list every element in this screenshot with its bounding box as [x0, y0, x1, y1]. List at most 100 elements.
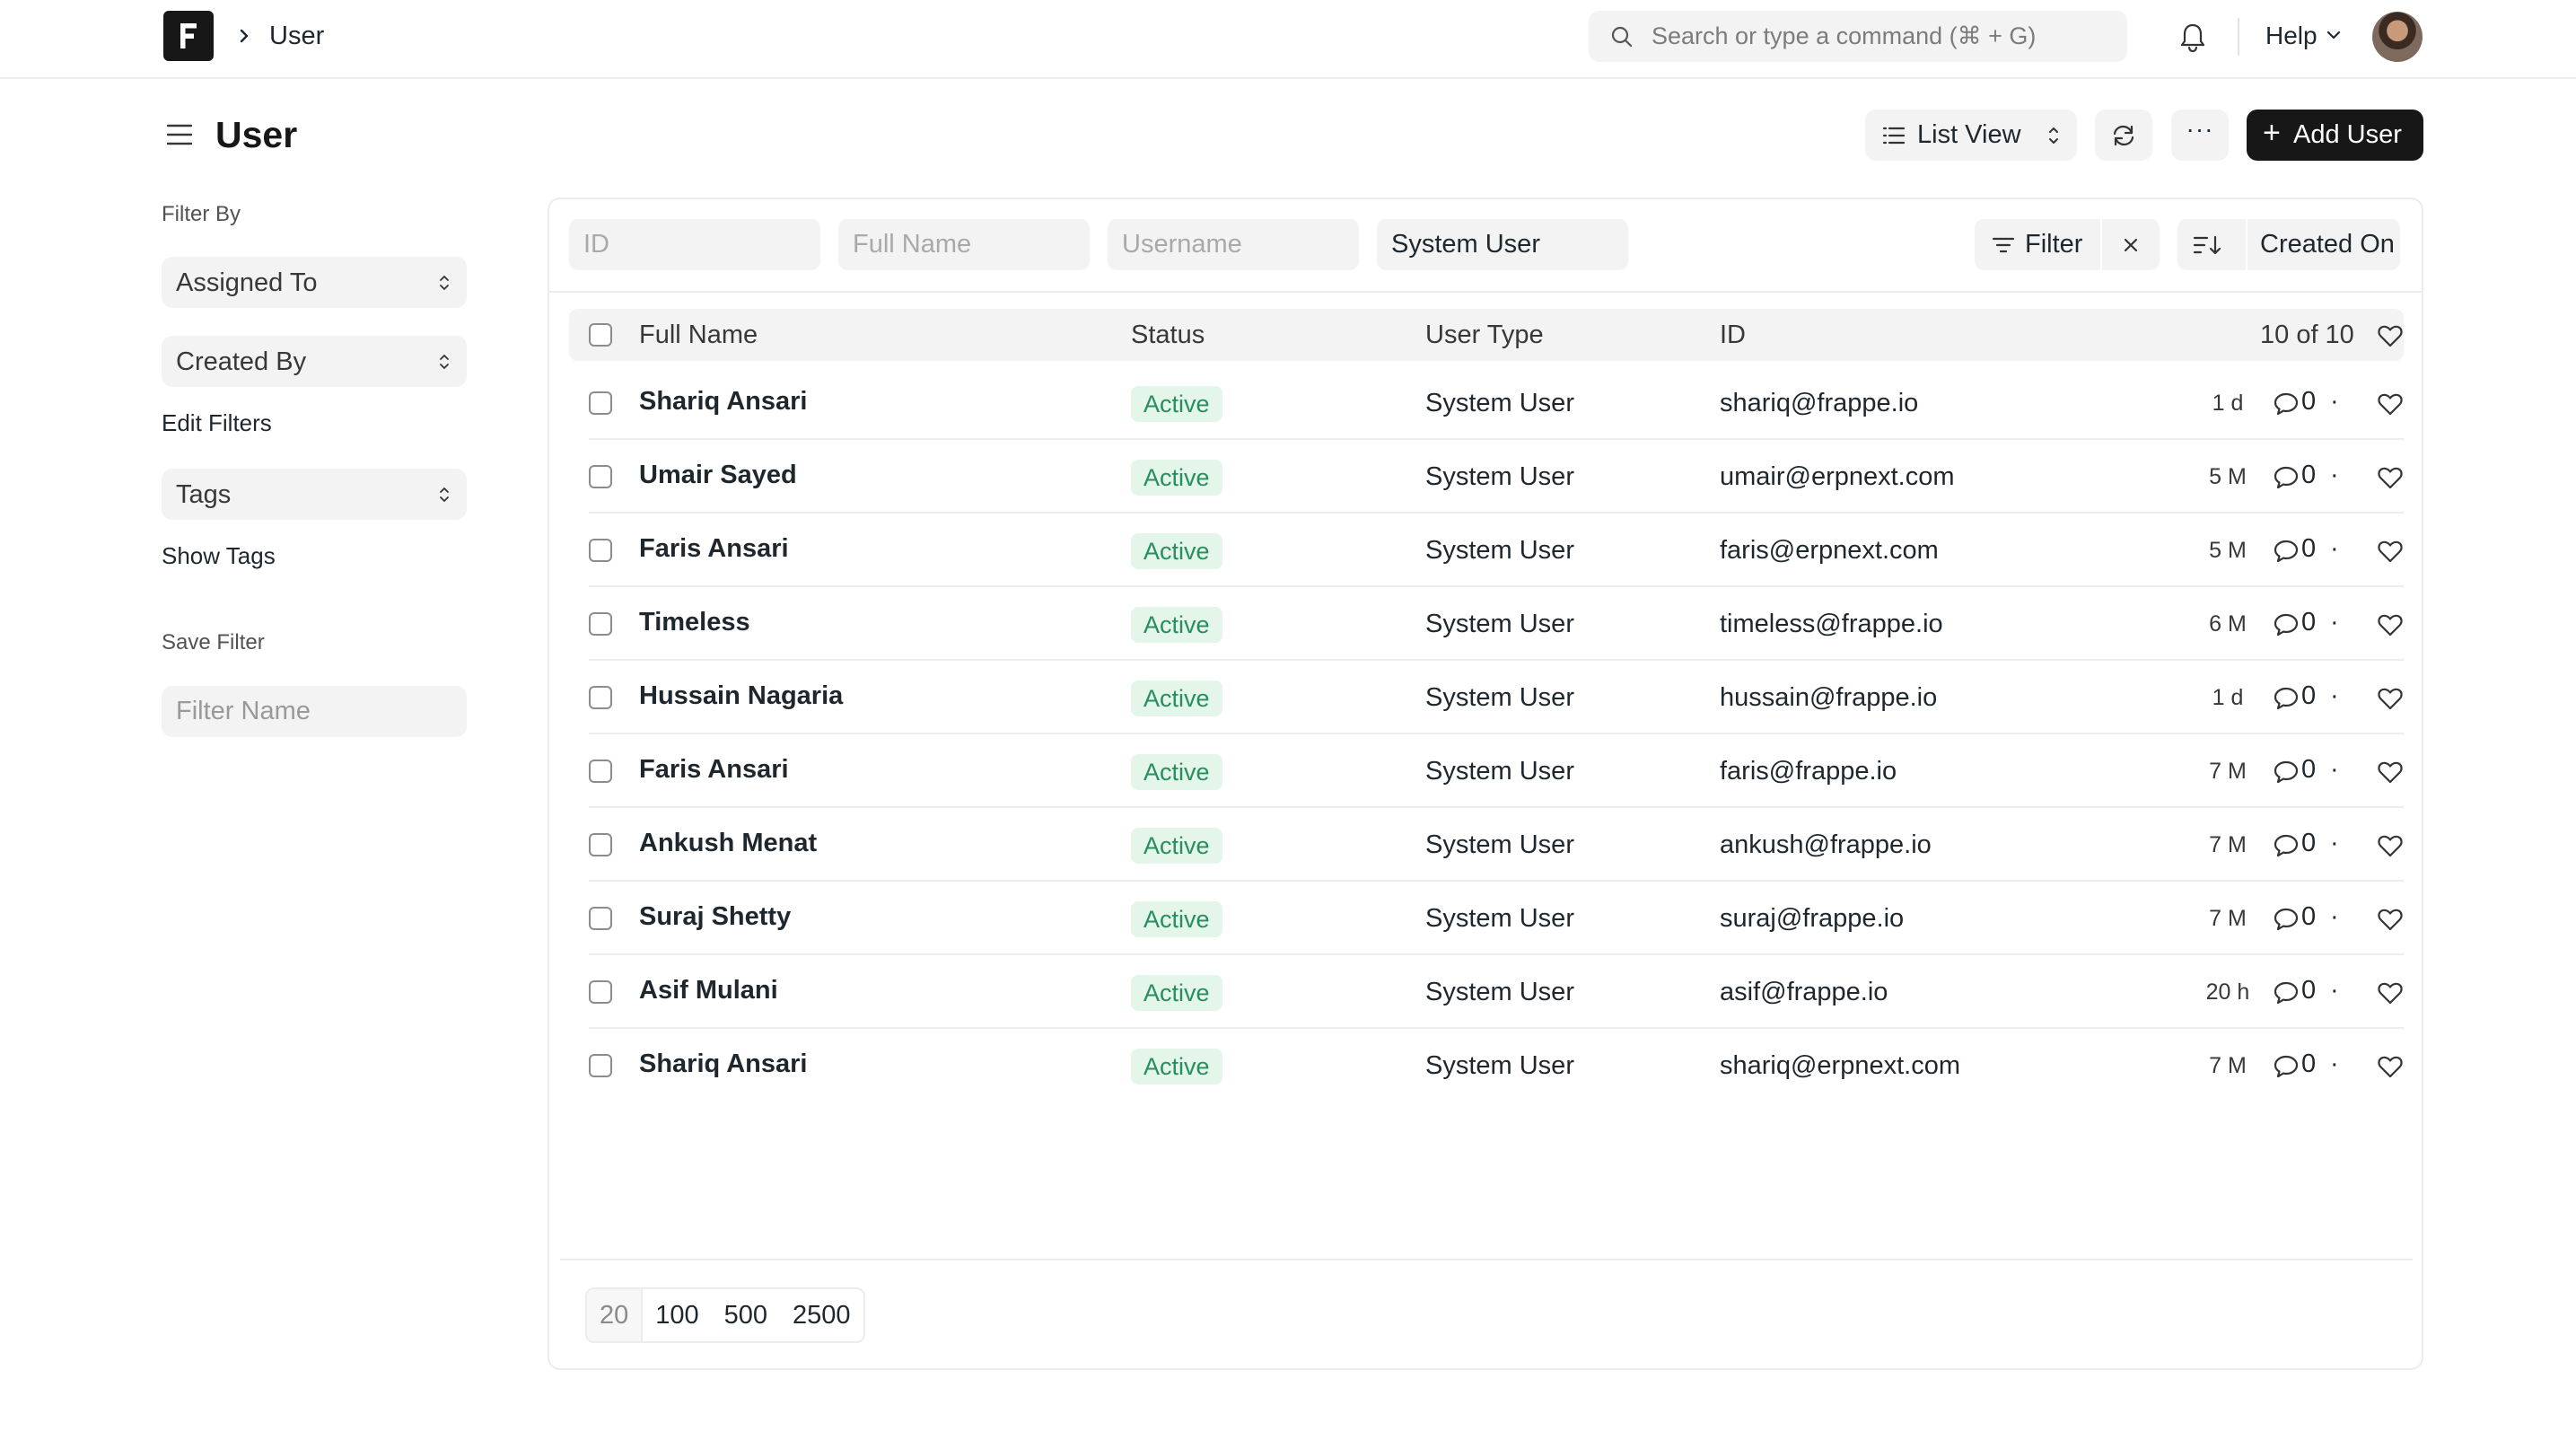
- row-checkbox[interactable]: [589, 833, 612, 856]
- user-full-name[interactable]: Faris Ansari: [639, 533, 789, 564]
- edit-filters-link[interactable]: Edit Filters: [162, 408, 272, 437]
- page-size-100[interactable]: 100: [643, 1289, 711, 1341]
- comment-icon[interactable]: [2273, 833, 2300, 858]
- comment-icon[interactable]: [2273, 465, 2300, 490]
- row-checkbox[interactable]: [589, 612, 612, 636]
- user-full-name[interactable]: Asif Mulani: [639, 975, 778, 1006]
- user-full-name[interactable]: Hussain Nagaria: [639, 681, 843, 711]
- comment-count: 0: [2301, 755, 2317, 784]
- full-name-filter-input[interactable]: [838, 219, 1090, 270]
- heart-icon[interactable]: [2377, 323, 2404, 348]
- row-checkbox[interactable]: [589, 465, 612, 488]
- comment-icon[interactable]: [2273, 760, 2300, 785]
- page-size-20[interactable]: 20: [587, 1289, 644, 1341]
- comment-icon[interactable]: [2273, 980, 2300, 1006]
- row-checkbox[interactable]: [589, 760, 612, 783]
- heart-icon[interactable]: [2377, 1054, 2404, 1079]
- page-size-2500[interactable]: 2500: [780, 1289, 863, 1341]
- comment-icon[interactable]: [2273, 612, 2300, 637]
- save-filter-label: Save Filter: [162, 630, 265, 654]
- comment-icon[interactable]: [2273, 686, 2300, 711]
- user-type-filter-input[interactable]: [1377, 219, 1628, 270]
- row-checkbox[interactable]: [589, 539, 612, 562]
- status-badge: Active: [1131, 1049, 1222, 1085]
- search-input[interactable]: [1652, 11, 2109, 62]
- filter-button[interactable]: Filter: [1975, 219, 2100, 270]
- user-avatar[interactable]: [2372, 12, 2423, 62]
- page-size-selector: 20 100 500 2500: [585, 1287, 865, 1343]
- heart-icon[interactable]: [2377, 907, 2404, 932]
- show-tags-link[interactable]: Show Tags: [162, 541, 276, 570]
- user-full-name[interactable]: Timeless: [639, 607, 750, 637]
- sort-order-button[interactable]: [2177, 219, 2246, 270]
- list-view-label: List View: [1917, 120, 2021, 149]
- heart-icon[interactable]: [2377, 391, 2404, 417]
- table-row[interactable]: Shariq Ansari Active System User shariq@fra…: [569, 366, 2404, 440]
- add-user-button[interactable]: + Add User: [2247, 110, 2423, 161]
- user-full-name[interactable]: Faris Ansari: [639, 754, 789, 785]
- comment-icon[interactable]: [2273, 539, 2300, 564]
- heart-icon[interactable]: [2377, 980, 2404, 1006]
- hamburger-icon[interactable]: [165, 120, 194, 149]
- column-full-name[interactable]: Full Name: [639, 320, 758, 350]
- user-full-name[interactable]: Shariq Ansari: [639, 1049, 807, 1079]
- chevron-down-icon[interactable]: [2325, 29, 2343, 41]
- created-by-select[interactable]: Created By: [162, 336, 467, 387]
- table-row[interactable]: Ankush Menat Active System User ankush@frap…: [569, 808, 2404, 882]
- search-bar[interactable]: [1589, 11, 2127, 62]
- heart-icon[interactable]: [2377, 760, 2404, 785]
- column-status[interactable]: Status: [1131, 320, 1205, 350]
- frappe-logo-icon[interactable]: [163, 11, 214, 61]
- comment-icon[interactable]: [2273, 1054, 2300, 1079]
- table-row[interactable]: Asif Mulani Active System User asif@frappe.…: [569, 955, 2404, 1029]
- bell-icon[interactable]: [2177, 20, 2208, 56]
- user-id-cell: timeless@frappe.io: [1720, 610, 1943, 638]
- row-checkbox[interactable]: [589, 907, 612, 930]
- tags-select[interactable]: Tags: [162, 469, 467, 520]
- id-filter-input[interactable]: [569, 219, 820, 270]
- user-type-cell: System User: [1425, 610, 1574, 638]
- page-size-500[interactable]: 500: [712, 1289, 780, 1341]
- breadcrumb-user[interactable]: User: [269, 20, 324, 52]
- record-count: 10 of 10: [2260, 321, 2354, 349]
- modified-age: 1 d: [2212, 391, 2244, 416]
- comment-icon[interactable]: [2273, 907, 2300, 932]
- heart-icon[interactable]: [2377, 465, 2404, 490]
- select-all-checkbox[interactable]: [589, 323, 612, 347]
- modified-age: 1 d: [2212, 685, 2244, 710]
- user-full-name[interactable]: Umair Sayed: [639, 460, 797, 490]
- heart-icon[interactable]: [2377, 686, 2404, 711]
- user-full-name[interactable]: Suraj Shetty: [639, 901, 791, 932]
- comment-icon[interactable]: [2273, 391, 2300, 417]
- user-id-cell: shariq@erpnext.com: [1720, 1051, 1960, 1080]
- help-menu[interactable]: Help: [2265, 20, 2318, 52]
- table-row[interactable]: Suraj Shetty Active System User suraj@frapp…: [569, 882, 2404, 955]
- table-row[interactable]: Timeless Active System User timeless@frappe…: [569, 587, 2404, 661]
- row-checkbox[interactable]: [589, 391, 612, 415]
- column-user-type[interactable]: User Type: [1425, 320, 1544, 350]
- table-row[interactable]: Faris Ansari Active System User faris@frapp…: [569, 734, 2404, 808]
- table-row[interactable]: Faris Ansari Active System User faris@erpne…: [569, 514, 2404, 587]
- more-icon: ···: [2186, 115, 2214, 143]
- user-full-name[interactable]: Shariq Ansari: [639, 386, 807, 417]
- sort-by-button[interactable]: Created On: [2247, 219, 2400, 270]
- separator-dot: ·: [2330, 681, 2339, 710]
- refresh-button[interactable]: [2095, 110, 2152, 161]
- table-row[interactable]: Umair Sayed Active System User umair@erpnex…: [569, 440, 2404, 514]
- username-filter-input[interactable]: [1108, 219, 1359, 270]
- more-actions-button[interactable]: ···: [2171, 110, 2229, 161]
- user-full-name[interactable]: Ankush Menat: [639, 828, 817, 858]
- row-checkbox[interactable]: [589, 1054, 612, 1077]
- assigned-to-select[interactable]: Assigned To: [162, 257, 467, 308]
- row-checkbox[interactable]: [589, 686, 612, 709]
- row-checkbox[interactable]: [589, 980, 612, 1004]
- column-id[interactable]: ID: [1720, 320, 1746, 350]
- heart-icon[interactable]: [2377, 833, 2404, 858]
- list-view-switcher[interactable]: List View: [1865, 110, 2077, 161]
- filter-name-input[interactable]: [162, 686, 467, 737]
- table-row[interactable]: Hussain Nagaria Active System User hussain@…: [569, 661, 2404, 734]
- table-row[interactable]: Shariq Ansari Active System User shariq@erp…: [569, 1029, 2404, 1102]
- clear-filters-button[interactable]: [2102, 219, 2160, 270]
- heart-icon[interactable]: [2377, 612, 2404, 637]
- heart-icon[interactable]: [2377, 539, 2404, 564]
